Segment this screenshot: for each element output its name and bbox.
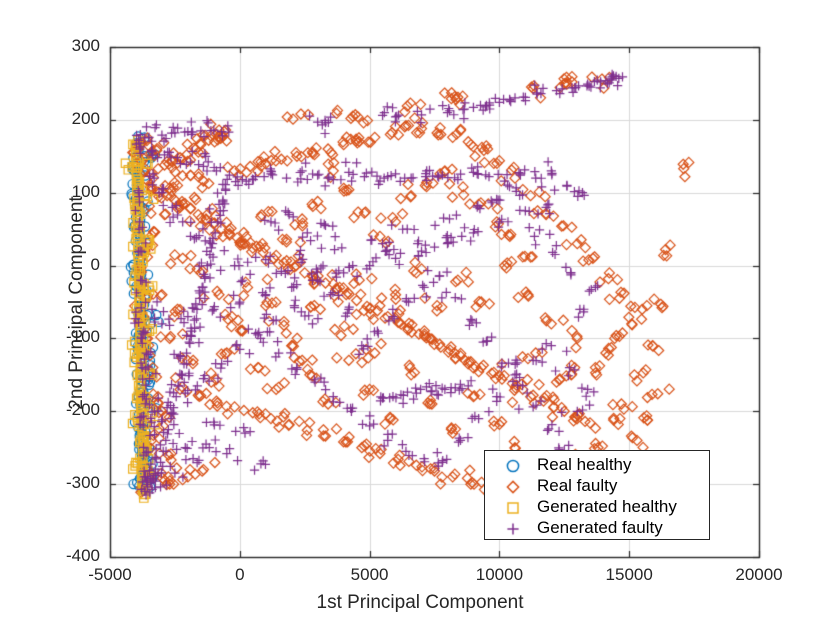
y-tick-label: -400 xyxy=(65,546,100,565)
circle-marker-icon xyxy=(491,455,535,477)
square-marker-icon xyxy=(491,497,535,519)
y-tick-label: -100 xyxy=(65,327,100,347)
plot-canvas xyxy=(0,0,840,630)
legend-label: Generated healthy xyxy=(537,497,677,516)
x-tick-label: 20000 xyxy=(735,565,783,584)
legend-item[interactable]: Real faulty xyxy=(485,476,711,498)
y-axis-label: 2nd Principal Component xyxy=(66,196,87,410)
legend-item[interactable]: Real healthy xyxy=(485,455,711,477)
y-tick-label: 300 xyxy=(71,36,100,55)
y-tick-label: -300 xyxy=(65,473,100,493)
legend: Real healthy Real faulty Generated healthy… xyxy=(484,450,710,540)
x-axis-label: 1st Principal Component xyxy=(316,592,524,613)
scatter-plot-figure: 1st Principal Component 2nd Principal Co… xyxy=(0,0,840,630)
legend-item[interactable]: Generated healthy xyxy=(485,497,711,519)
plus-marker-icon xyxy=(491,518,535,540)
y-tick-label: 0 xyxy=(90,254,100,274)
legend-item[interactable]: Generated faulty xyxy=(485,518,711,540)
diamond-marker-icon xyxy=(491,476,535,498)
y-tick-label: 200 xyxy=(71,108,100,128)
x-tick-label: 15000 xyxy=(605,565,653,584)
legend-label: Real healthy xyxy=(537,455,632,474)
y-tick-label: 100 xyxy=(71,181,100,201)
y-tick-label: -200 xyxy=(65,400,100,420)
legend-label: Generated faulty xyxy=(537,518,663,537)
x-tick-label: 0 xyxy=(235,565,245,584)
x-tick-label: 5000 xyxy=(350,565,389,584)
x-tick-label: 10000 xyxy=(475,565,524,584)
x-tick-label: -5000 xyxy=(88,565,132,584)
legend-label: Real faulty xyxy=(537,476,618,495)
